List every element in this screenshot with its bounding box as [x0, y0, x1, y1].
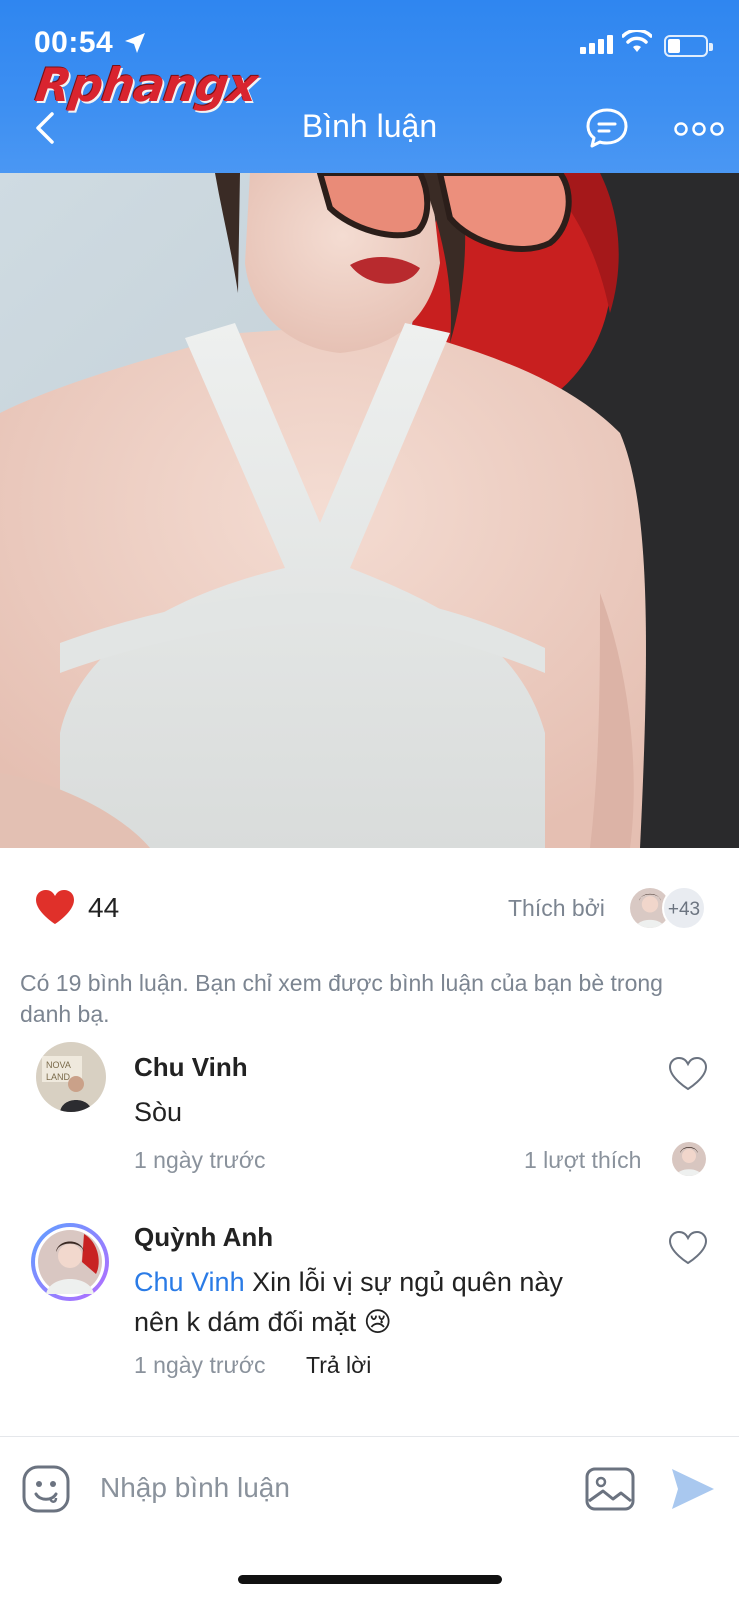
heart-filled-icon[interactable]: [34, 888, 76, 926]
avatar[interactable]: [30, 1222, 110, 1302]
post-photo[interactable]: [0, 173, 739, 848]
comment-notice: Có 19 bình luận. Bạn chỉ xem được bình l…: [20, 970, 663, 1027]
like-count: 44: [88, 892, 120, 923]
likes-row: 44 Thích bởi +43: [0, 878, 739, 938]
comment-time: 1 ngày trước: [134, 1147, 266, 1173]
heart-outline-icon[interactable]: [668, 1230, 708, 1266]
comment-input[interactable]: [100, 1463, 550, 1513]
liker-more-count[interactable]: +43: [662, 886, 706, 930]
svg-text:NOVA: NOVA: [46, 1060, 71, 1070]
image-icon[interactable]: [585, 1467, 635, 1511]
reply-button[interactable]: Trả lời: [306, 1352, 371, 1379]
top-bar: 00:54 Rphangx Bình luận: [0, 0, 739, 173]
watermark-logo: Rphangx: [32, 58, 261, 112]
liked-by-label[interactable]: Thích bởi: [508, 895, 605, 922]
comment-item: Quỳnh Anh Chu Vinh Xin lỗi vị sự ngủ quê…: [0, 1220, 739, 1400]
chat-bubble-icon[interactable]: [584, 106, 630, 150]
svg-text:LAND: LAND: [46, 1072, 71, 1082]
avatar[interactable]: NOVA LAND: [36, 1042, 106, 1112]
emoji-icon[interactable]: [22, 1465, 70, 1513]
comment-like-count[interactable]: 1 lượt thích: [524, 1147, 641, 1174]
heart-outline-icon[interactable]: [668, 1056, 708, 1092]
mention-link[interactable]: Chu Vinh: [134, 1267, 245, 1297]
status-time: 00:54: [34, 26, 114, 59]
comment-text: Sòu: [134, 1097, 183, 1127]
comment-time: 1 ngày trước: [134, 1352, 266, 1378]
comment-author[interactable]: Chu Vinh: [134, 1052, 248, 1083]
location-arrow-icon: [125, 33, 145, 53]
send-icon[interactable]: [670, 1467, 716, 1511]
comment-text: Chu Vinh Xin lỗi vị sự ngủ quên này nên …: [134, 1262, 614, 1342]
more-dots-icon[interactable]: [674, 118, 724, 140]
home-indicator[interactable]: [238, 1575, 502, 1584]
comment-author[interactable]: Quỳnh Anh: [134, 1222, 273, 1253]
wifi-icon: [622, 30, 652, 52]
signal-icon: [580, 35, 613, 54]
battery-icon: [664, 35, 713, 57]
liker-avatar[interactable]: [672, 1142, 706, 1176]
comment-composer: [0, 1436, 739, 1546]
comment-item: NOVA LAND Chu Vinh Sòu 1 ngày trước 1 lư…: [0, 1040, 739, 1190]
